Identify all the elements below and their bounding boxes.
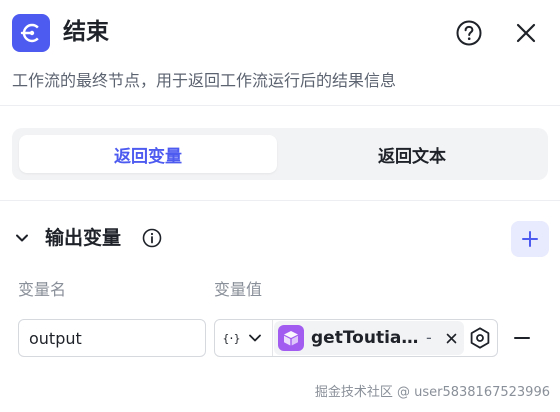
panel-description: 工作流的最终节点，用于返回工作流运行后的结果信息: [12, 71, 397, 90]
question-circle-icon: [456, 20, 482, 46]
collapse-toggle[interactable]: [12, 228, 32, 248]
chevron-down-icon: [248, 331, 262, 345]
close-button[interactable]: [512, 19, 540, 47]
object-type-icon: {⋅}: [222, 331, 241, 345]
variable-picker-button[interactable]: [467, 325, 493, 351]
help-button[interactable]: [455, 19, 483, 47]
minus-icon: [514, 337, 530, 339]
end-node-icon: [12, 14, 50, 52]
remove-variable-button[interactable]: [510, 326, 534, 350]
chevron-down-icon: [16, 234, 28, 242]
divider: [0, 105, 560, 106]
divider: [272, 320, 273, 356]
section-title: 输出变量: [45, 227, 122, 249]
variable-select-icon: [470, 327, 490, 349]
plugin-icon: [278, 325, 304, 351]
tab-return-text[interactable]: 返回文本: [283, 135, 541, 173]
plus-icon: [522, 231, 538, 247]
divider: [0, 200, 560, 201]
value-type-select[interactable]: {⋅}: [215, 320, 272, 356]
reference-separator: -: [426, 328, 432, 347]
close-icon: [516, 23, 536, 43]
variable-name-input[interactable]: [18, 319, 206, 357]
reference-source-name: getToutiao...: [311, 328, 421, 348]
close-icon: [446, 333, 456, 343]
panel-title: 结束: [63, 19, 109, 45]
clear-reference-button[interactable]: [441, 327, 461, 349]
add-variable-button[interactable]: [511, 221, 549, 257]
tab-return-variables[interactable]: 返回变量: [19, 135, 277, 173]
watermark: 掘金技术社区 @ user5838167523996: [314, 385, 550, 400]
column-header-value: 变量值: [214, 280, 263, 299]
column-header-name: 变量名: [18, 280, 67, 299]
info-icon[interactable]: [141, 227, 163, 249]
